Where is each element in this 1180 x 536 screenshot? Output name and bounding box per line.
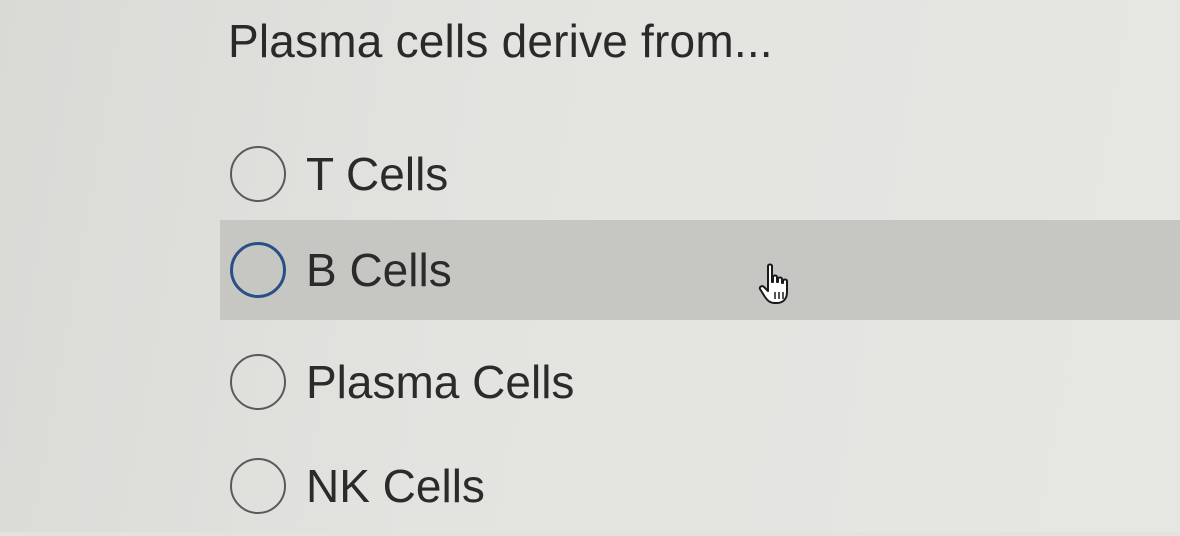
- radio-button-icon[interactable]: [230, 354, 286, 410]
- answer-options: T Cells B Cells Plasma Cells NK Cells: [0, 0, 1180, 532]
- option-t-cells[interactable]: T Cells: [220, 124, 1180, 224]
- option-plasma-cells[interactable]: Plasma Cells: [220, 332, 1180, 432]
- option-label: T Cells: [306, 148, 449, 200]
- option-nk-cells[interactable]: NK Cells: [220, 436, 1180, 536]
- option-label: B Cells: [306, 244, 452, 296]
- radio-button-icon[interactable]: [230, 458, 286, 514]
- quiz-page: Plasma cells derive from... T Cells B Ce…: [0, 0, 1180, 532]
- radio-button-icon[interactable]: [230, 146, 286, 202]
- option-label: Plasma Cells: [306, 356, 575, 408]
- hand-pointer-icon: [758, 263, 788, 304]
- radio-button-icon[interactable]: [230, 242, 286, 298]
- option-b-cells[interactable]: B Cells: [220, 220, 1180, 320]
- option-label: NK Cells: [306, 460, 485, 512]
